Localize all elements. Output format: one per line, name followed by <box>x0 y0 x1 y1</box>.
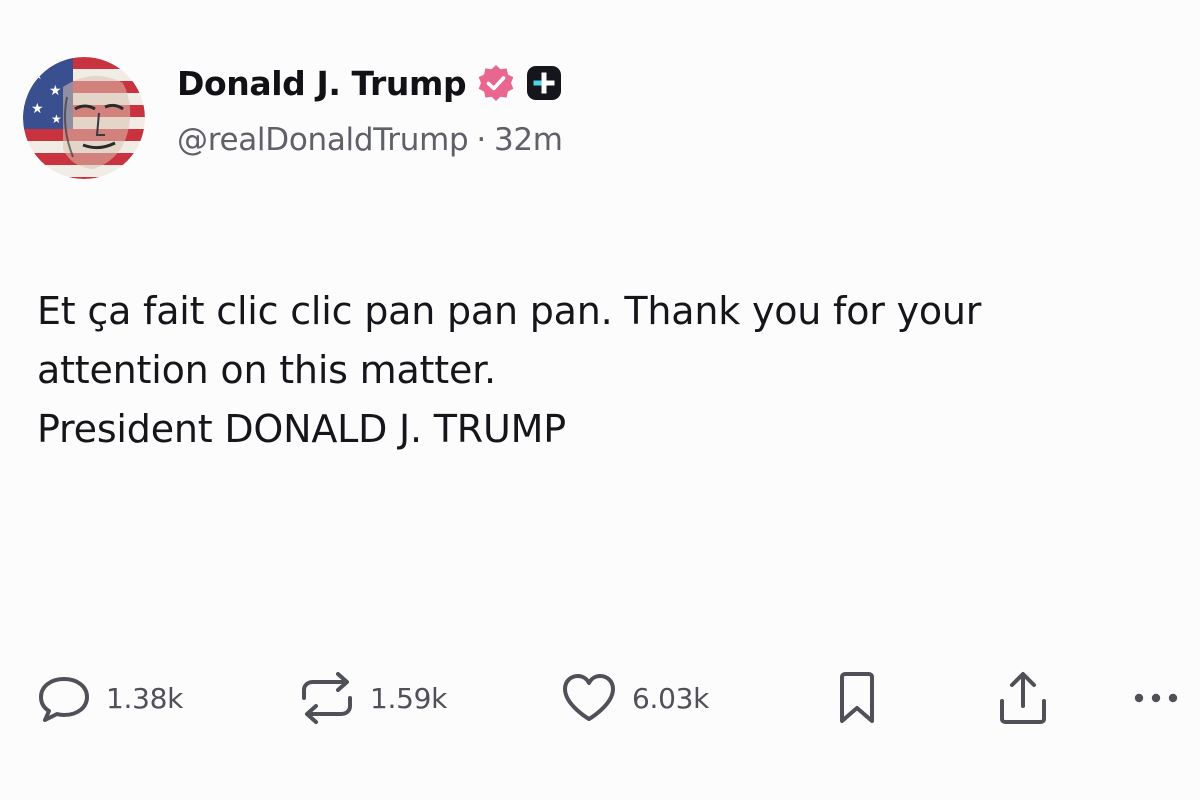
meta-separator: · <box>476 122 486 158</box>
svg-text:★: ★ <box>31 67 44 83</box>
repost-count: 1.59k <box>370 681 448 715</box>
post-body-line: attention on this matter. <box>37 348 496 392</box>
plus-badge-icon <box>526 65 562 101</box>
like-button[interactable]: 6.03k <box>560 668 709 728</box>
post-body-line: Et ça fait clic clic pan pan pan. Thank … <box>37 289 982 333</box>
repost-icon <box>302 672 352 724</box>
author-handle[interactable]: @realDonaldTrump <box>177 122 469 158</box>
avatar[interactable]: ★ ★ ★ ★ <box>23 57 145 179</box>
share-button[interactable] <box>996 668 1050 728</box>
heart-icon <box>563 674 615 721</box>
avatar-image: ★ ★ ★ ★ <box>23 57 145 179</box>
bookmark-button[interactable] <box>834 668 880 728</box>
repost-button[interactable]: 1.59k <box>298 668 447 728</box>
share-icon <box>1000 672 1046 724</box>
author-display-name[interactable]: Donald J. Trump <box>177 64 467 103</box>
svg-text:★: ★ <box>31 101 44 117</box>
reply-icon <box>39 677 89 722</box>
post-body: Et ça fait clic clic pan pan pan. Thank … <box>37 282 1167 459</box>
author-meta: @realDonaldTrump · 32m <box>177 122 563 158</box>
reply-count: 1.38k <box>106 681 184 715</box>
action-bar: 1.38k 1.59k 6.03k <box>0 668 1200 728</box>
more-button[interactable] <box>1126 668 1186 728</box>
post-timestamp[interactable]: 32m <box>494 122 563 158</box>
verified-badge-icon <box>476 63 516 103</box>
svg-text:★: ★ <box>51 112 62 126</box>
author-name-row: Donald J. Trump <box>177 60 562 106</box>
reply-button[interactable]: 1.38k <box>36 668 183 728</box>
post-card: ★ ★ ★ ★ Donald J. Trump @realDonaldTrump… <box>0 0 1200 800</box>
more-icon <box>1134 693 1178 703</box>
svg-text:★: ★ <box>49 83 62 99</box>
bookmark-icon <box>840 672 874 723</box>
post-body-line: President DONALD J. TRUMP <box>37 407 566 451</box>
like-count: 6.03k <box>632 681 710 715</box>
